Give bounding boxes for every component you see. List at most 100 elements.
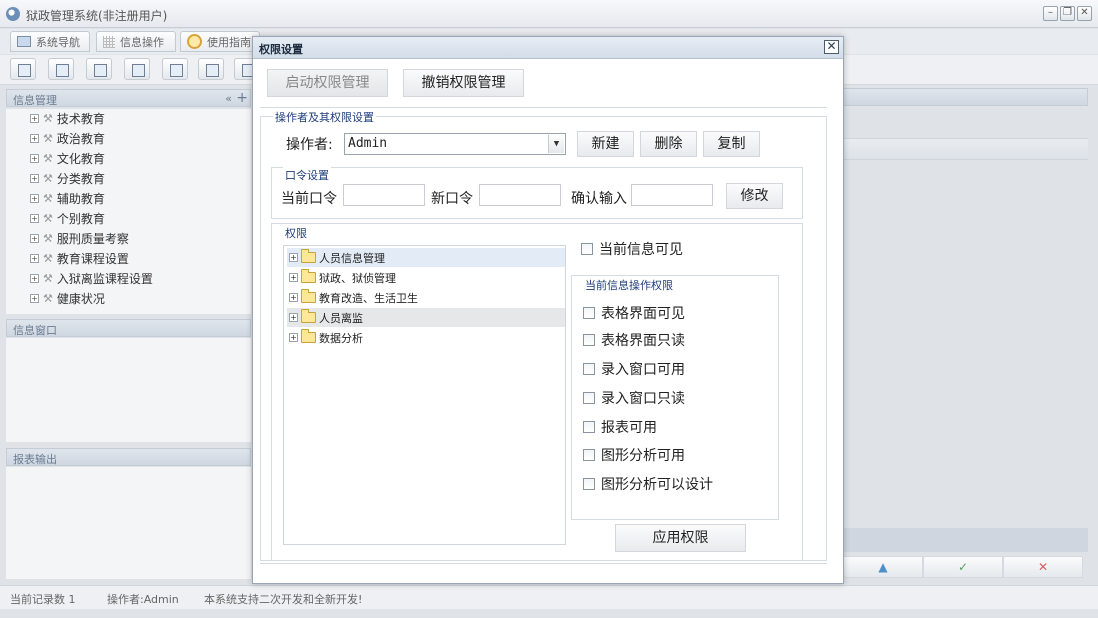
modify-password-button[interactable]: 修改: [726, 183, 783, 209]
tab-system-nav[interactable]: 系统导航: [10, 31, 90, 52]
current-password-input[interactable]: [343, 184, 425, 206]
checkbox[interactable]: [583, 363, 595, 375]
new-password-input[interactable]: [479, 184, 561, 206]
tree-item[interactable]: + ⚒ 政治教育: [30, 129, 105, 147]
checkbox[interactable]: [583, 421, 595, 433]
tree-item[interactable]: + ⚒ 服刑质量考察: [30, 229, 129, 247]
expand-icon: +: [289, 333, 298, 342]
tree-node-education[interactable]: + 教育改造、生活卫生: [287, 288, 565, 307]
move-up-button[interactable]: ▲: [843, 556, 923, 578]
tool-icon: ⚒: [43, 111, 53, 125]
expand-icon: +: [289, 253, 298, 262]
tree-item[interactable]: + ⚒ 教育课程设置: [30, 249, 129, 267]
tool-icon: ⚒: [43, 211, 53, 225]
folder-icon: [301, 289, 316, 303]
tool-icon: ⚒: [43, 171, 53, 185]
right-panel-buttons: ▲ ✓ ✕: [843, 556, 1083, 578]
new-password-label: 新口令: [431, 191, 473, 207]
guide-icon: [187, 34, 202, 49]
tree-item[interactable]: + ⚒ 入狱离监课程设置: [30, 269, 153, 287]
op-checkbox-row[interactable]: 表格界面只读: [583, 330, 685, 350]
divider: [260, 107, 827, 108]
checkbox[interactable]: [583, 334, 595, 346]
tree-node-release[interactable]: + 人员离监: [287, 308, 565, 327]
dialog-close-button[interactable]: ✕: [824, 40, 839, 54]
right-panel-column-header: [843, 138, 1088, 160]
apply-permission-button[interactable]: 应用权限: [615, 524, 746, 552]
grid-icon: [103, 35, 115, 48]
info-tree: + ⚒ 技术教育 + ⚒ 政治教育 + ⚒ 文化教育 + ⚒ 分类教育 + ⚒ 辅助教育 + ⚒ 个别教…: [6, 109, 251, 314]
tree-item[interactable]: + ⚒ 个别教育: [30, 209, 105, 227]
op-checkbox-row[interactable]: 录入窗口可用: [583, 359, 685, 379]
checkbox[interactable]: [583, 478, 595, 490]
permission-group-label: 权限: [283, 225, 309, 241]
collapse-icon[interactable]: «: [225, 92, 232, 105]
tree-node-prison-admin[interactable]: + 狱政、狱侦管理: [287, 268, 565, 287]
operator-select[interactable]: Admin ▼: [344, 133, 566, 155]
add-icon[interactable]: +: [236, 90, 248, 106]
op-checkbox-row[interactable]: 图形分析可用: [583, 445, 685, 465]
current-password-label: 当前口令: [281, 191, 337, 207]
confirm-password-input[interactable]: [631, 184, 713, 206]
operation-permission-label: 当前信息操作权限: [583, 277, 675, 293]
window-titlebar: 狱政管理系统(非注册用户) – ❐ ✕: [0, 0, 1098, 28]
tree-item[interactable]: + ⚒ 文化教育: [30, 149, 105, 167]
right-panel-footer: [843, 528, 1088, 552]
restore-button[interactable]: ❐: [1060, 6, 1075, 21]
search-tool-button[interactable]: [10, 58, 36, 80]
divider: [260, 563, 827, 564]
window-title: 狱政管理系统(非注册用户): [26, 9, 168, 23]
checkbox[interactable]: [583, 392, 595, 404]
folder-icon: [301, 329, 316, 343]
visible-checkbox[interactable]: [581, 243, 593, 255]
revoke-permission-button[interactable]: 撤销权限管理: [403, 69, 524, 97]
cancel-button[interactable]: ✕: [1003, 556, 1083, 578]
confirm-button[interactable]: ✓: [923, 556, 1003, 578]
delete-operator-button[interactable]: 删除: [640, 131, 697, 157]
folder-icon: [301, 309, 316, 323]
tool-icon: ⚒: [43, 231, 53, 245]
tool-icon: ⚒: [43, 271, 53, 285]
tool-icon: ⚒: [43, 131, 53, 145]
checkbox[interactable]: [583, 307, 595, 319]
expand-icon: +: [289, 293, 298, 302]
tree-item[interactable]: + ⚒ 辅助教育: [30, 189, 105, 207]
window-tool-button[interactable]: [162, 58, 188, 80]
folder-icon: [301, 249, 316, 263]
copy-operator-button[interactable]: 复制: [703, 131, 760, 157]
tree-item[interactable]: + ⚒ 技术教育: [30, 109, 105, 127]
dialog-title: 权限设置: [253, 37, 843, 59]
report-output-area: [6, 467, 251, 579]
checkbox[interactable]: [583, 449, 595, 461]
permission-tree: + 人员信息管理 + 狱政、狱侦管理 + 教育改造、生活卫生 + 人员离监 + 数据分析: [283, 245, 566, 545]
info-window-area: [6, 338, 251, 442]
operator-label: 操作者:: [286, 137, 333, 153]
list-tool-button[interactable]: [48, 58, 74, 80]
op-checkbox-row[interactable]: 录入窗口只读: [583, 388, 685, 408]
tab-user-guide[interactable]: 使用指南: [180, 31, 260, 52]
new-operator-button[interactable]: 新建: [577, 131, 634, 157]
tab-info-operation[interactable]: 信息操作: [96, 31, 176, 52]
close-window-button[interactable]: ✕: [1077, 6, 1092, 21]
tool-icon: ⚒: [43, 251, 53, 265]
tool-icon: ⚒: [43, 191, 53, 205]
current-operator: 操作者:Admin: [107, 593, 179, 606]
enable-permission-button[interactable]: 启动权限管理: [267, 69, 388, 97]
op-checkbox-row[interactable]: 表格界面可见: [583, 303, 685, 323]
export-tool-button[interactable]: [198, 58, 224, 80]
expand-icon: +: [289, 273, 298, 282]
tree-item[interactable]: + ⚒ 健康状况: [30, 289, 105, 307]
users-tool-button[interactable]: [124, 58, 150, 80]
document-tool-button[interactable]: [86, 58, 112, 80]
visible-checkbox-row[interactable]: 当前信息可见: [581, 239, 683, 259]
expand-icon: +: [289, 313, 298, 322]
tree-node-personnel-info[interactable]: + 人员信息管理: [287, 248, 565, 267]
folder-icon: [301, 269, 316, 283]
tree-node-data-analysis[interactable]: + 数据分析: [287, 328, 565, 347]
status-bar: 当前记录数 1 操作者:Admin 本系统支持二次开发和全新开发!: [0, 585, 1098, 609]
info-window-header: 信息窗口: [6, 319, 251, 337]
minimize-button[interactable]: –: [1043, 6, 1058, 21]
op-checkbox-row[interactable]: 报表可用: [583, 417, 657, 437]
tree-item[interactable]: + ⚒ 分类教育: [30, 169, 105, 187]
op-checkbox-row[interactable]: 图形分析可以设计: [583, 474, 713, 494]
